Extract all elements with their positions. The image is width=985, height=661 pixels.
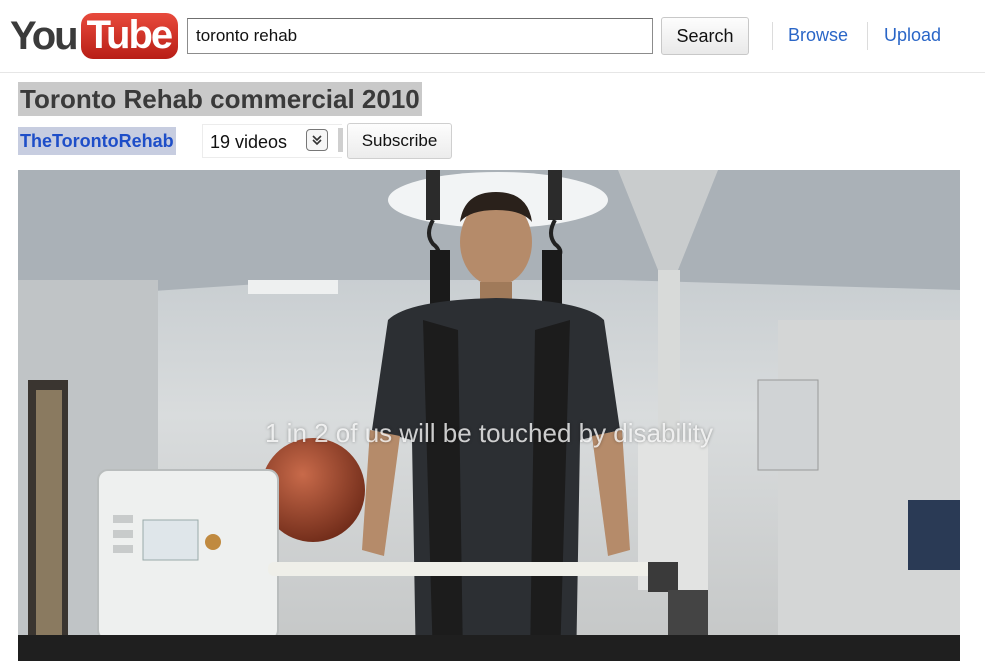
youtube-logo[interactable]: You Tube bbox=[10, 8, 179, 64]
video-frame bbox=[18, 170, 960, 661]
chevron-double-down-icon bbox=[312, 135, 322, 146]
video-title: Toronto Rehab commercial 2010 bbox=[18, 82, 422, 116]
logo-tube: Tube bbox=[80, 13, 179, 59]
expand-videos-button[interactable] bbox=[306, 129, 328, 151]
channel-link[interactable]: TheTorontoRehab bbox=[18, 127, 176, 155]
browse-link[interactable]: Browse bbox=[788, 25, 848, 46]
walker-bar bbox=[268, 562, 668, 576]
subscribe-button[interactable]: Subscribe bbox=[347, 123, 452, 159]
nav-divider bbox=[772, 22, 773, 50]
search-button[interactable]: Search bbox=[661, 17, 749, 55]
nav-divider bbox=[867, 22, 868, 50]
masthead: You Tube Search Browse Upload bbox=[0, 0, 985, 73]
search-input[interactable] bbox=[187, 18, 653, 54]
logo-you: You bbox=[10, 14, 79, 58]
rehab-machine bbox=[97, 469, 279, 641]
video-player[interactable]: 1 in 2 of us will be touched by disabili… bbox=[18, 170, 960, 661]
video-caption: 1 in 2 of us will be touched by disabili… bbox=[264, 418, 714, 448]
video-count: 19 videos bbox=[210, 132, 288, 152]
upload-link[interactable]: Upload bbox=[884, 25, 941, 46]
count-divider bbox=[338, 128, 343, 152]
